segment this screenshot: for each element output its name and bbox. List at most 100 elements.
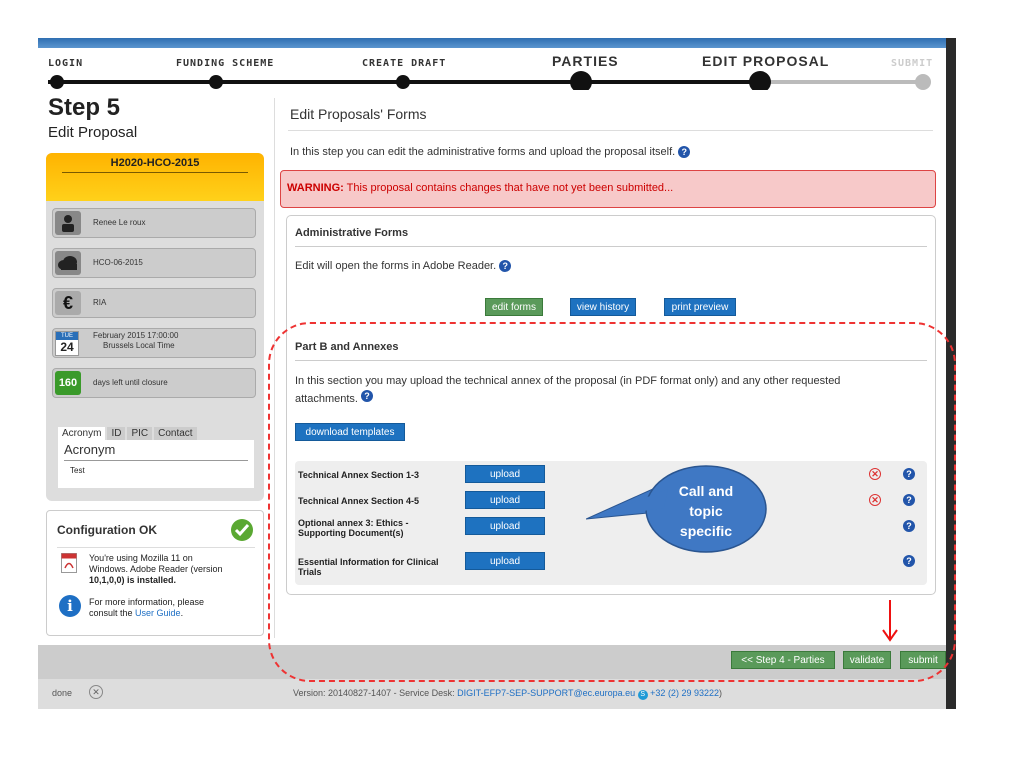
help-icon[interactable]: ? <box>678 146 691 158</box>
acronym-value: Test <box>70 466 85 475</box>
doc-label-2: Technical Annex Section 4-5 <box>298 496 420 506</box>
action-bar: << Step 4 - Parties validate submit <box>38 645 946 679</box>
warning-label: WARNING: <box>287 182 344 194</box>
info-row-deadline: TUE 24 February 2015 17:00:00 Brussels L… <box>52 328 256 358</box>
callout-annotation: Call and topic specific <box>586 464 806 554</box>
euro-icon: € <box>55 291 81 315</box>
delete-icon[interactable]: ✕ <box>869 468 881 480</box>
tab-pic[interactable]: PIC <box>127 427 153 440</box>
doc-label-3b: Supporting Document(s) <box>298 528 404 538</box>
identity-tabs: Acronym ID PIC Contact <box>58 423 199 440</box>
admin-divider <box>295 246 927 247</box>
doc-help-icon[interactable]: ? <box>903 494 915 506</box>
wizard-step-draft[interactable]: CREATE DRAFT <box>362 58 446 69</box>
previous-step-button[interactable]: << Step 4 - Parties <box>731 651 835 669</box>
action-type: RIA <box>93 298 107 307</box>
callout-line-1: Call and <box>678 483 734 499</box>
left-sidebar: Step 5 Edit Proposal <box>48 94 268 141</box>
admin-desc-text: Edit will open the forms in Adobe Reader… <box>295 260 497 272</box>
partb-help-icon[interactable]: ? <box>361 390 374 402</box>
window-edge <box>946 38 956 709</box>
print-preview-button[interactable]: print preview <box>664 298 736 316</box>
wizard-step-login[interactable]: LOGIN <box>48 58 83 69</box>
partb-desc-line2: attachments. <box>295 393 358 405</box>
wizard-dot-draft <box>396 75 410 89</box>
warning-text: This proposal contains changes that have… <box>343 182 674 194</box>
check-icon <box>231 519 253 541</box>
call-divider <box>62 172 248 173</box>
doc-help-icon[interactable]: ? <box>903 555 915 567</box>
down-arrow-icon <box>882 600 898 642</box>
validate-button[interactable]: validate <box>843 651 891 669</box>
wizard-step-parties[interactable]: PARTIES <box>552 53 619 69</box>
view-history-button[interactable]: view history <box>570 298 636 316</box>
acronym-heading: Acronym <box>64 442 116 457</box>
status-text: done <box>52 688 73 698</box>
acronym-panel: Acronym Test <box>58 440 254 488</box>
upload-button[interactable]: upload <box>465 517 545 535</box>
step-title: Step 5 <box>48 94 121 121</box>
doc-label-1: Technical Annex Section 1-3 <box>298 470 420 480</box>
edit-forms-button[interactable]: edit forms <box>485 298 543 316</box>
info-row-coordinator: Renee Le roux <box>52 208 256 238</box>
counter-icon: 160 <box>55 371 81 395</box>
deadline-date: February 2015 17:00:00 <box>93 331 179 340</box>
call-identifier: H2020-HCO-2015 <box>110 157 200 169</box>
partb-divider <box>295 360 927 361</box>
upload-button[interactable]: upload <box>465 552 545 570</box>
partb-description: In this section you may upload the techn… <box>295 372 915 408</box>
callout-line-3: specific <box>679 523 733 539</box>
configuration-panel: Configuration OK You're using Mozilla 11… <box>46 510 264 636</box>
upload-button[interactable]: upload <box>465 465 545 483</box>
calendar-day: TUE <box>56 332 78 340</box>
top-accent-bar <box>38 38 948 48</box>
callout-line-2: topic <box>689 503 723 519</box>
status-bar: done ✕ Version: 20140827-1407 - Service … <box>38 679 946 709</box>
delete-icon[interactable]: ✕ <box>869 494 881 506</box>
config-divider <box>57 547 255 548</box>
close-icon[interactable]: ✕ <box>89 685 103 699</box>
config-line-5: consult the <box>89 608 136 618</box>
upload-button[interactable]: upload <box>465 491 545 509</box>
wizard-step-submit: SUBMIT <box>891 58 934 69</box>
info-row-topic: HCO-06-2015 <box>52 248 256 278</box>
main-content-area: Step 5 Edit Proposal H2020-HCO-2015 Rene… <box>38 90 946 645</box>
intro-text: In this step you can edit the administra… <box>290 146 691 158</box>
config-line-4: For more information, please <box>89 597 205 607</box>
support-phone-link[interactable]: +32 (2) 29 93222 <box>650 688 719 698</box>
user-guide-link[interactable]: User Guide <box>135 608 181 618</box>
submit-button[interactable]: submit <box>900 651 946 669</box>
config-help: For more information, please consult the… <box>89 597 204 619</box>
tab-acronym[interactable]: Acronym <box>58 427 106 440</box>
deadline-timezone: Brussels Local Time <box>103 341 175 350</box>
doc-label-4b: Trials <box>298 567 322 577</box>
wizard-line-pending <box>762 80 922 84</box>
calendar-icon: TUE 24 <box>55 331 79 356</box>
admin-description: Edit will open the forms in Adobe Reader… <box>295 260 512 272</box>
acronym-divider <box>64 460 248 461</box>
main-title: Edit Proposals' Forms <box>290 106 427 122</box>
phone-close-paren: ) <box>718 688 722 698</box>
support-email-link[interactable]: DIGIT-EFP7-SEP-SUPPORT@ec.europa.eu <box>457 688 635 698</box>
wizard-step-edit: EDIT PROPOSAL <box>702 53 830 69</box>
download-templates-button[interactable]: download templates <box>295 423 405 441</box>
wizard-step-funding[interactable]: FUNDING SCHEME <box>176 58 274 69</box>
partb-title: Part B and Annexes <box>295 341 399 353</box>
topic-code: HCO-06-2015 <box>93 258 143 267</box>
admin-help-icon[interactable]: ? <box>499 260 512 272</box>
call-header: H2020-HCO-2015 <box>46 153 264 201</box>
calendar-date: 24 <box>60 340 74 354</box>
tab-id[interactable]: ID <box>107 427 126 440</box>
wizard-dot-submit <box>915 74 931 90</box>
version-text: Version: 20140827-1407 - Service Desk: <box>293 688 458 698</box>
doc-label-3: Optional annex 3: Ethics - Supporting Do… <box>298 518 409 538</box>
wizard-dot-login <box>50 75 64 89</box>
doc-help-icon[interactable]: ? <box>903 468 915 480</box>
tab-contact[interactable]: Contact <box>154 427 197 440</box>
doc-label-4a: Essential Information for Clinical <box>298 557 439 567</box>
config-line-1: You're using Mozilla 11 on <box>89 553 193 563</box>
column-divider <box>274 98 275 638</box>
doc-help-icon[interactable]: ? <box>903 520 915 532</box>
info-row-countdown: 160 days left until closure <box>52 368 256 398</box>
config-line-5-end: . <box>180 608 184 618</box>
